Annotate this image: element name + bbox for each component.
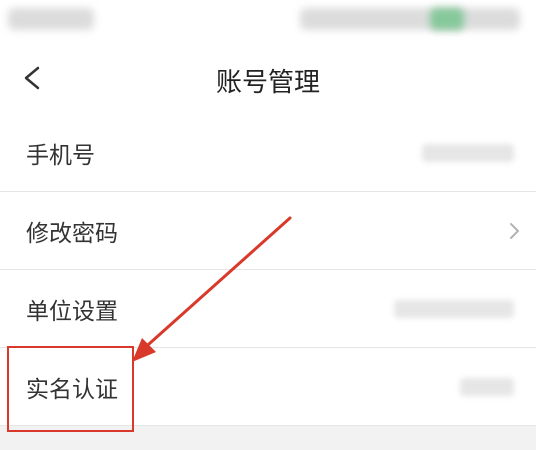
bottom-gap — [0, 426, 536, 450]
page-title: 账号管理 — [215, 68, 320, 98]
chevron-right-icon — [510, 223, 519, 239]
settings-item-value-blurred — [394, 300, 514, 318]
settings-item-label: 手机号 — [26, 143, 95, 169]
settings-item-change-password[interactable]: 修改密码 — [0, 192, 536, 270]
settings-item-label: 实名认证 — [26, 377, 118, 403]
settings-item-label: 修改密码 — [26, 221, 118, 247]
settings-item-value-blurred — [460, 378, 514, 396]
settings-item-label: 单位设置 — [26, 299, 118, 325]
header: 账号管理 — [0, 42, 536, 114]
status-bar-green-blur — [430, 8, 464, 30]
settings-item-organization[interactable]: 单位设置 — [0, 270, 536, 348]
settings-item-real-name-verification[interactable]: 实名认证 — [0, 348, 536, 426]
status-bar — [0, 0, 536, 42]
settings-item-value-blurred — [422, 144, 514, 162]
settings-list: 手机号 修改密码 单位设置 实名认证 — [0, 114, 536, 426]
status-bar-right-blur — [300, 8, 520, 30]
settings-item-phone[interactable]: 手机号 — [0, 114, 536, 192]
status-bar-left-blur — [8, 8, 94, 30]
